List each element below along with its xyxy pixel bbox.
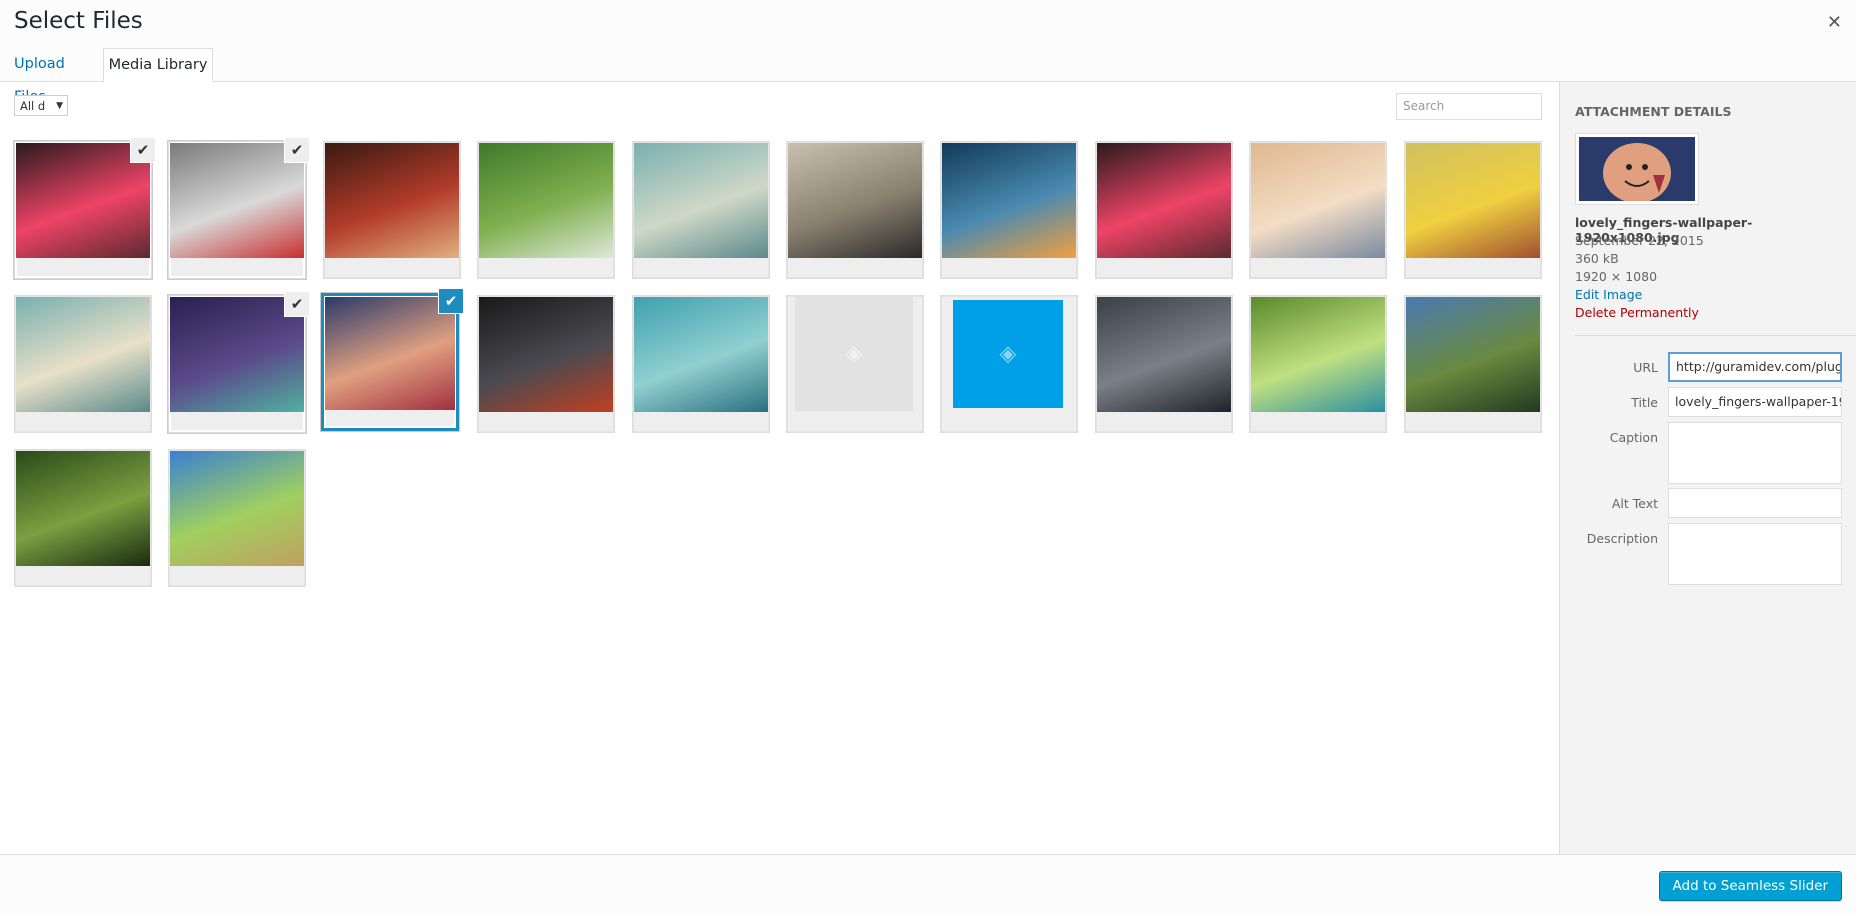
media-thumbnail <box>1406 143 1540 258</box>
media-thumbnail <box>170 451 304 566</box>
media-tile[interactable] <box>1404 295 1542 433</box>
media-tile[interactable] <box>1404 141 1542 279</box>
media-thumbnail <box>1251 143 1385 258</box>
media-thumbnail <box>1097 143 1231 258</box>
media-thumbnail <box>16 143 150 258</box>
chevron-down-icon: ▼ <box>56 101 63 111</box>
attachment-thumbnail <box>1575 133 1699 205</box>
media-tile[interactable] <box>477 141 615 279</box>
media-thumbnail <box>16 451 150 566</box>
delete-permanently-link[interactable]: Delete Permanently <box>1575 305 1699 320</box>
url-label: URL <box>1633 360 1658 375</box>
modal-title: Select Files <box>14 8 143 34</box>
media-tile[interactable] <box>786 141 924 279</box>
media-thumbnail <box>170 143 304 258</box>
attachment-date: September 22, 2015 <box>1575 233 1704 248</box>
media-tile[interactable] <box>632 295 770 433</box>
media-tile[interactable] <box>14 295 152 433</box>
tab-media-library[interactable]: Media Library <box>103 48 213 82</box>
media-thumbnail <box>1097 297 1231 412</box>
caption-label: Caption <box>1609 430 1658 445</box>
search-input[interactable]: Search <box>1396 93 1542 120</box>
media-thumbnail <box>1406 297 1540 412</box>
layers-icon: ◈ <box>845 341 863 367</box>
title-field[interactable]: lovely_fingers-wallpaper-19 <box>1668 387 1842 417</box>
title-label: Title <box>1631 395 1658 410</box>
media-tile[interactable] <box>323 141 461 279</box>
media-tile[interactable] <box>1095 295 1233 433</box>
media-tile[interactable]: ◈ <box>940 295 1078 433</box>
media-thumbnail <box>942 143 1076 258</box>
attachment-details-panel: Attachment Details lovely_fingers-wallpa… <box>1559 82 1856 854</box>
media-tile[interactable] <box>1249 141 1387 279</box>
file-placeholder: ◈ <box>795 297 913 411</box>
add-to-seamless-slider-button[interactable]: Add to Seamless Slider <box>1658 871 1842 901</box>
close-icon[interactable]: ✕ <box>1827 12 1842 33</box>
media-tile[interactable]: ✔ <box>14 138 155 279</box>
divider <box>1575 335 1856 336</box>
media-tile[interactable] <box>1095 141 1233 279</box>
attachment-dimensions: 1920 × 1080 <box>1575 269 1658 284</box>
url-field[interactable]: http://guramidev.com/plug <box>1668 352 1842 382</box>
alt-text-label: Alt Text <box>1611 496 1658 511</box>
media-tile[interactable]: ◈ <box>786 295 924 433</box>
media-tile[interactable] <box>632 141 770 279</box>
filter-value: All d <box>20 99 46 113</box>
modal-footer: Add to Seamless Slider <box>0 854 1856 914</box>
media-tile[interactable] <box>1249 295 1387 433</box>
checkmark-icon[interactable]: ✔ <box>285 292 309 316</box>
description-field[interactable] <box>1668 523 1842 585</box>
edit-image-link[interactable]: Edit Image <box>1575 287 1642 302</box>
media-thumbnail <box>325 297 455 410</box>
media-thumbnail <box>788 143 922 258</box>
media-tile[interactable]: ✔ <box>168 138 309 279</box>
modal-header: Select Files ✕ Upload Files Media Librar… <box>0 0 1856 105</box>
media-thumbnail <box>634 297 768 412</box>
file-placeholder: ◈ <box>953 300 1063 408</box>
attachment-size: 360 kB <box>1575 251 1619 266</box>
media-tile[interactable] <box>168 449 306 587</box>
media-thumbnail <box>16 297 150 412</box>
attachment-details-heading: Attachment Details <box>1575 104 1732 119</box>
description-label: Description <box>1586 531 1658 546</box>
tab-upload-files[interactable]: Upload Files <box>4 48 75 105</box>
media-thumbnail <box>479 143 613 258</box>
media-tile[interactable] <box>940 141 1078 279</box>
checkmark-icon[interactable]: ✔ <box>131 138 155 162</box>
media-thumbnail <box>325 143 459 258</box>
media-tile[interactable] <box>14 449 152 587</box>
checkmark-icon[interactable]: ✔ <box>285 138 309 162</box>
media-thumbnail <box>479 297 613 412</box>
checkmark-icon[interactable]: ✔ <box>439 289 463 313</box>
layers-icon: ◈ <box>999 341 1017 367</box>
media-thumbnail <box>634 143 768 258</box>
media-thumbnail <box>170 297 304 412</box>
media-tile[interactable]: ✔ <box>321 289 463 431</box>
media-tile[interactable]: ✔ <box>168 292 309 433</box>
media-thumbnail <box>1251 297 1385 412</box>
media-tile[interactable] <box>477 295 615 433</box>
media-filter-select[interactable]: All d ▼ <box>14 95 68 116</box>
alt-text-field[interactable] <box>1668 488 1842 518</box>
caption-field[interactable] <box>1668 422 1842 484</box>
